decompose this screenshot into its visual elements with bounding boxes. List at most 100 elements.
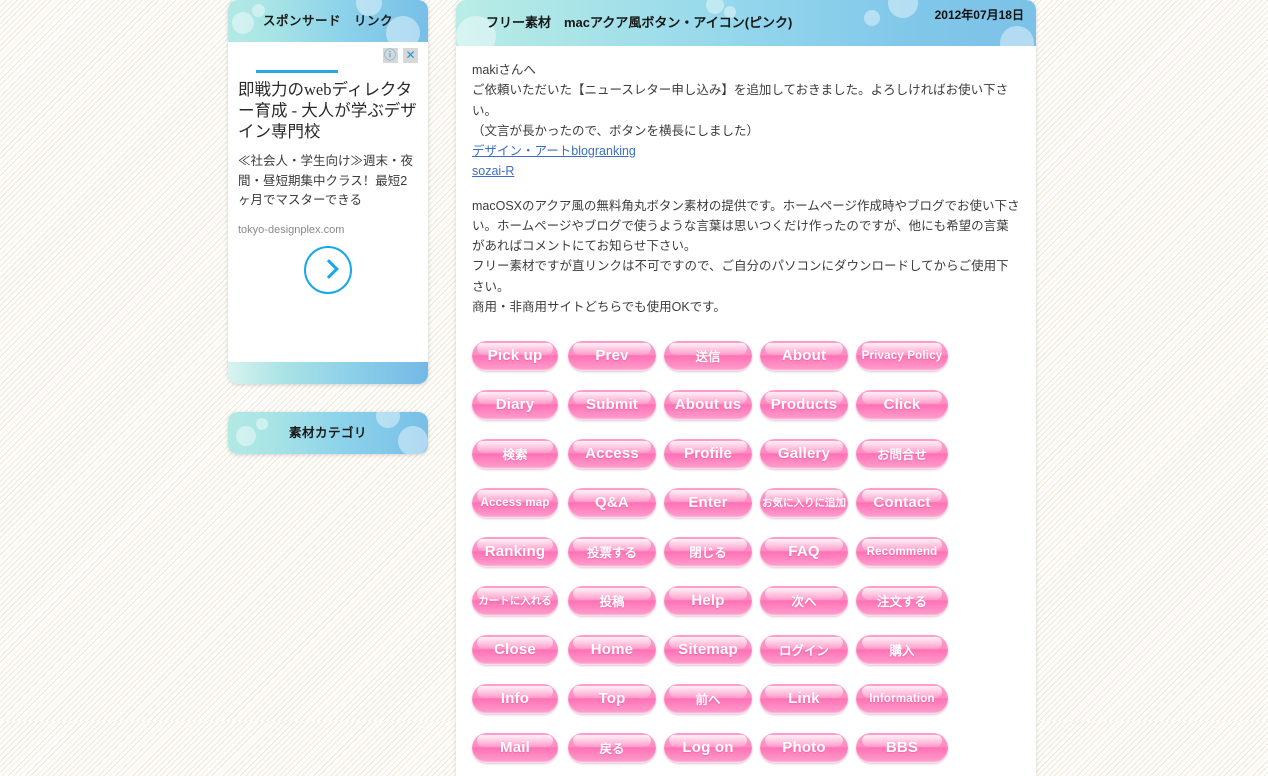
link-sozai-r[interactable]: sozai-R <box>472 161 1020 181</box>
aqua-button-cell: Access <box>568 438 664 469</box>
chevron-right-icon[interactable] <box>304 246 352 295</box>
aqua-button-cell: Info <box>472 683 568 714</box>
aqua-button[interactable]: Q&A <box>568 487 656 518</box>
aqua-button-cell: Help <box>664 585 760 616</box>
aqua-button-label: 閉じる <box>689 546 727 560</box>
aqua-button-grid: Pick up Prev 送信 About Privacy Policy Diary Sub… <box>472 331 1020 776</box>
aqua-button[interactable]: お問合せ <box>856 438 948 469</box>
link-blogranking[interactable]: デザイン・アートblogranking <box>472 141 1020 161</box>
aqua-button-label: 前へ <box>695 693 721 707</box>
ad-display-url[interactable]: tokyo-designplex.com <box>238 224 418 236</box>
aqua-button[interactable]: Diary <box>472 389 558 420</box>
aqua-button[interactable]: 送信 <box>664 340 752 371</box>
aqua-button[interactable]: 投稿 <box>568 585 656 616</box>
aqua-button[interactable]: Submit <box>568 389 656 420</box>
aqua-button[interactable]: ログイン <box>760 634 848 665</box>
article-panel: フリー素材 macアクア風ボタン・アイコン(ピンク) 2012年07月18日 m… <box>456 0 1036 776</box>
aqua-button[interactable]: 前へ <box>664 683 752 714</box>
aqua-button[interactable]: 次へ <box>760 585 848 616</box>
aqua-button[interactable]: Info <box>472 683 558 714</box>
aqua-button-cell: 検索 <box>472 438 568 469</box>
aqua-button[interactable]: Enter <box>664 487 752 518</box>
aqua-button-label: ログイン <box>778 644 829 658</box>
aqua-button-cell: 前へ <box>664 683 760 714</box>
aqua-button[interactable]: Link <box>760 683 848 714</box>
aqua-button[interactable]: お気に入りに追加 <box>760 487 848 518</box>
aqua-button-cell: 次へ <box>760 585 856 616</box>
aqua-button-label: Profile <box>683 445 733 462</box>
aqua-button-label: お気に入りに追加 <box>762 497 846 509</box>
aqua-button[interactable]: Help <box>664 585 752 616</box>
aqua-button[interactable]: 注文する <box>856 585 948 616</box>
aqua-button[interactable]: Privacy Policy <box>856 340 948 371</box>
aqua-button-cell: Privacy Policy <box>856 340 952 371</box>
aqua-button[interactable]: カートに入れる <box>472 585 558 616</box>
material-category-panel: 素材カテゴリ <box>228 412 428 454</box>
aqua-button[interactable]: Gallery <box>760 438 848 469</box>
aqua-button[interactable]: BBS <box>856 732 948 763</box>
ad-controls: ⓘ ✕ <box>238 48 418 64</box>
aqua-button-cell: Prev <box>568 340 664 371</box>
ad-close-icon[interactable]: ✕ <box>403 48 418 63</box>
aqua-button[interactable]: About us <box>664 389 752 420</box>
aqua-button[interactable]: Mail <box>472 732 558 763</box>
aqua-button-label: Photo <box>782 739 826 756</box>
aqua-button-label: Prev <box>595 347 629 364</box>
aqua-button-cell: 購入 <box>856 634 952 665</box>
article-greeting: makiさんへ <box>472 63 536 77</box>
aqua-button-cell: Q&A <box>568 487 664 518</box>
aqua-button[interactable]: Ranking <box>472 536 558 567</box>
aqua-button-cell: お問合せ <box>856 438 952 469</box>
aqua-button-cell: About <box>760 340 856 371</box>
ad-divider <box>256 70 338 73</box>
aqua-button[interactable]: 投票する <box>568 536 656 567</box>
sponsored-ad-title: スポンサード リンク <box>262 14 393 28</box>
aqua-button[interactable]: Log on <box>664 732 752 763</box>
aqua-button-label: Privacy Policy <box>861 349 943 362</box>
article-header: フリー素材 macアクア風ボタン・アイコン(ピンク) 2012年07月18日 <box>456 0 1036 46</box>
aqua-button-label: Pick up <box>487 347 543 364</box>
aqua-button[interactable]: 戻る <box>568 732 656 763</box>
aqua-button-cell: Information <box>856 683 952 714</box>
aqua-button-label: Submit <box>585 396 639 413</box>
aqua-button-row: Info Top 前へ Link Information <box>472 674 1020 723</box>
aqua-button-cell: BBS <box>856 732 952 763</box>
aqua-button-label: Access map <box>480 496 550 509</box>
aqua-button-label: Gallery <box>777 445 831 462</box>
aqua-button[interactable]: Recommend <box>856 536 948 567</box>
article-paragraph-2: フリー素材ですが直リンクは不可ですので、ご自分のパソコンにダウンロードしてからご… <box>472 259 1009 294</box>
ad-headline[interactable]: 即戦力のwebディレクター育成 - 大人が学ぶデザイン専門校 <box>238 79 418 142</box>
aqua-button-cell: 戻る <box>568 732 664 763</box>
aqua-button-label: お問合せ <box>876 448 927 462</box>
aqua-button[interactable]: Close <box>472 634 558 665</box>
aqua-button-label: 投票する <box>586 546 637 560</box>
aqua-button[interactable]: Photo <box>760 732 848 763</box>
aqua-button[interactable]: FAQ <box>760 536 848 567</box>
aqua-button-cell: 投稿 <box>568 585 664 616</box>
aqua-button[interactable]: 検索 <box>472 438 558 469</box>
aqua-button[interactable]: Pick up <box>472 340 558 371</box>
aqua-button[interactable]: Access map <box>472 487 558 518</box>
aqua-button[interactable]: Access <box>568 438 656 469</box>
aqua-button-label: Q&A <box>595 494 629 511</box>
ad-info-icon[interactable]: ⓘ <box>382 48 398 63</box>
aqua-button-label: Recommend <box>866 545 938 558</box>
aqua-button[interactable]: About <box>760 340 848 371</box>
aqua-button-cell: Click <box>856 389 952 420</box>
aqua-button[interactable]: Information <box>856 683 948 714</box>
aqua-button[interactable]: Sitemap <box>664 634 752 665</box>
aqua-button[interactable]: Products <box>760 389 848 420</box>
aqua-button-cell: Gallery <box>760 438 856 469</box>
aqua-button[interactable]: Home <box>568 634 656 665</box>
aqua-button[interactable]: Top <box>568 683 656 714</box>
aqua-button[interactable]: Click <box>856 389 948 420</box>
aqua-button[interactable]: Prev <box>568 340 656 371</box>
aqua-button[interactable]: 閉じる <box>664 536 752 567</box>
aqua-button[interactable]: 購入 <box>856 634 948 665</box>
aqua-button-cell: カートに入れる <box>472 585 568 616</box>
aqua-button-label: Diary <box>495 396 535 413</box>
aqua-button[interactable]: Contact <box>856 487 948 518</box>
aqua-button-label: Sitemap <box>678 641 738 658</box>
aqua-button-label: Click <box>883 396 921 413</box>
aqua-button[interactable]: Profile <box>664 438 752 469</box>
